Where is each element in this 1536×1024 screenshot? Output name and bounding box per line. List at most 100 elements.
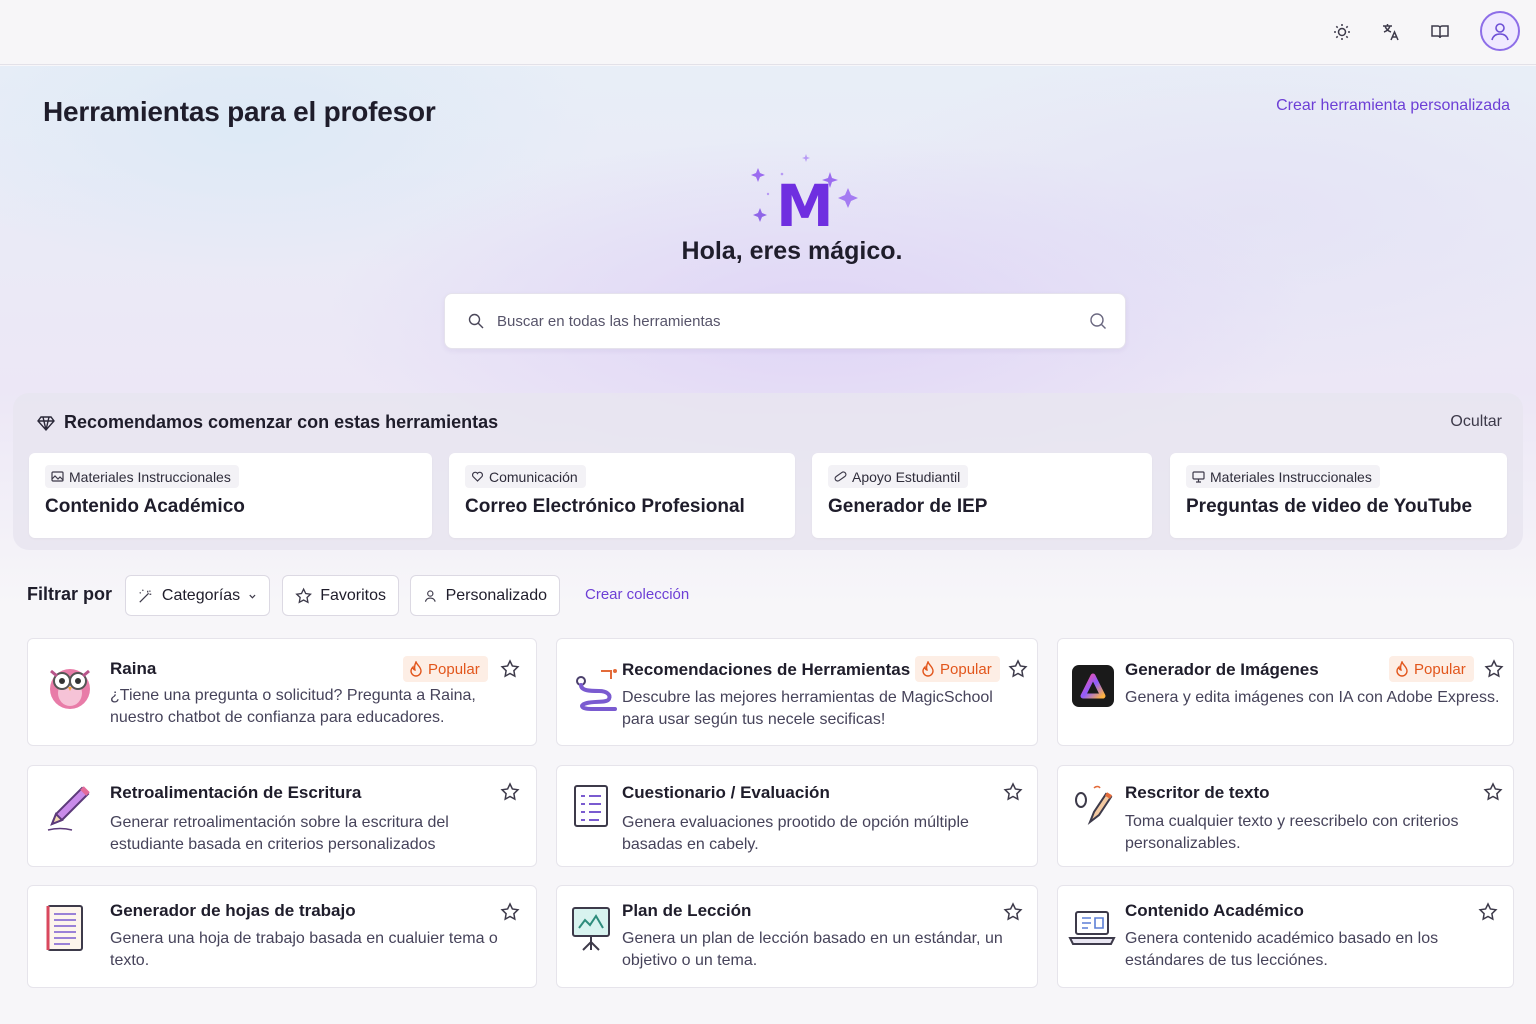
search-input[interactable] bbox=[497, 294, 1077, 348]
tool-name: Cuestionario / Evaluación bbox=[622, 783, 830, 802]
tool-card[interactable]: Raina Popular ¿Tiene una pregunta o soli… bbox=[27, 638, 537, 746]
tool-description: Genera contenido académico basado en los… bbox=[1125, 930, 1439, 969]
worksheet-icon bbox=[46, 905, 83, 951]
logo-letter: M bbox=[776, 172, 834, 234]
page-title: Herramientas para el profesor bbox=[43, 96, 436, 127]
recommended-card-title: Preguntas de video de YouTube bbox=[1186, 496, 1473, 517]
favorite-star-icon[interactable] bbox=[1484, 659, 1504, 679]
flame-icon bbox=[410, 661, 422, 677]
easel-icon bbox=[572, 907, 610, 951]
recommended-card-title: Contenido Académico bbox=[45, 496, 245, 517]
favorite-star-icon[interactable] bbox=[1478, 902, 1498, 922]
recommended-card[interactable]: Materiales Instruccionales Contenido Aca… bbox=[29, 453, 432, 538]
tool-card[interactable]: Rescritor de texto Toma cualquier texto … bbox=[1057, 765, 1514, 867]
tool-description: Genera una hoja de trabajo basada en cua… bbox=[110, 930, 498, 969]
recommended-card-title: Generador de IEP bbox=[828, 496, 988, 517]
tool-name: Recomendaciones de Herramientas bbox=[622, 660, 911, 679]
category-tag: Apoyo Estudiantil bbox=[828, 465, 969, 488]
chevron-down-icon bbox=[249, 594, 256, 599]
bandage-icon bbox=[834, 471, 847, 482]
favorite-star-icon[interactable] bbox=[1483, 782, 1503, 802]
popular-label: Popular bbox=[1414, 660, 1466, 678]
custom-label: Personalizado bbox=[445, 586, 547, 604]
categories-dropdown[interactable]: Categorías bbox=[125, 575, 270, 616]
tool-description: Genera y edita imágenes con IA con Adobe… bbox=[1125, 689, 1500, 706]
favorites-filter-button[interactable]: Favoritos bbox=[282, 575, 399, 616]
favorite-star-icon[interactable] bbox=[500, 902, 520, 922]
tool-description: Genera un plan de lección basado en un e… bbox=[622, 930, 1003, 969]
category-tag: Comunicación bbox=[465, 465, 586, 488]
translate-icon[interactable] bbox=[1374, 15, 1408, 49]
tool-name: Plan de Lección bbox=[622, 901, 752, 920]
filter-label: Filtrar por bbox=[27, 584, 113, 604]
tool-name: Retroalimentación de Escritura bbox=[110, 783, 362, 802]
recommended-title: Recomendamos comenzar con estas herramie… bbox=[64, 412, 499, 432]
create-custom-tool-link[interactable]: Crear herramienta personalizada bbox=[1276, 97, 1510, 115]
tool-description: ¿Tiene una pregunta o solicitud? Pregunt… bbox=[110, 687, 476, 726]
tool-name: Rescritor de texto bbox=[1125, 783, 1270, 802]
recommended-card-title: Correo Electrónico Profesional bbox=[465, 496, 745, 517]
rewrite-icon bbox=[1075, 785, 1113, 826]
tool-name: Raina bbox=[110, 659, 157, 678]
path-icon bbox=[576, 669, 617, 711]
owl-icon bbox=[50, 669, 90, 709]
book-icon[interactable] bbox=[1423, 15, 1457, 49]
image-icon bbox=[51, 471, 64, 482]
tool-name: Generador de Imágenes bbox=[1125, 660, 1319, 679]
tool-description: Toma cualquier texto y reescribelo con c… bbox=[1125, 813, 1459, 852]
tool-description: Generar retroalimentación sobre la escri… bbox=[110, 814, 449, 853]
favorite-star-icon[interactable] bbox=[500, 659, 520, 679]
monitor-icon bbox=[1192, 471, 1205, 483]
laptop-book-icon bbox=[1068, 911, 1116, 945]
tool-name: Generador de hojas de trabajo bbox=[110, 901, 356, 920]
tool-card[interactable]: Generador de Imágenes Popular Genera y e… bbox=[1057, 638, 1514, 746]
tool-card[interactable]: Cuestionario / Evaluación Genera evaluac… bbox=[556, 765, 1038, 867]
adobe-express-icon bbox=[1072, 665, 1114, 707]
recommended-card[interactable]: Materiales Instruccionales Preguntas de … bbox=[1170, 453, 1507, 538]
category-tag: Materiales Instruccionales bbox=[45, 465, 239, 488]
hide-recommended-button[interactable]: Ocultar bbox=[1450, 413, 1502, 431]
tool-description: Genera evaluaciones prootido de opción m… bbox=[622, 814, 969, 853]
tool-card[interactable]: Retroalimentación de Escritura Generar r… bbox=[27, 765, 537, 867]
heart-icon bbox=[471, 471, 484, 482]
recommended-card[interactable]: Comunicación Correo Electrónico Profesio… bbox=[449, 453, 795, 538]
favorite-star-icon[interactable] bbox=[1003, 902, 1023, 922]
user-icon bbox=[424, 589, 436, 602]
tool-description: Descubre las mejores herramientas de Mag… bbox=[622, 689, 993, 728]
flame-icon bbox=[922, 661, 934, 677]
magicschool-logo: M bbox=[751, 154, 858, 234]
categories-label: Categorías bbox=[161, 586, 241, 604]
checklist-icon bbox=[574, 785, 608, 827]
search-icon[interactable] bbox=[1089, 312, 1107, 335]
tool-card[interactable]: Recomendaciones de Herramientas Popular … bbox=[556, 638, 1038, 746]
favorite-star-icon[interactable] bbox=[500, 782, 520, 802]
category-tag-label: Materiales Instruccionales bbox=[1210, 468, 1372, 485]
popular-label: Popular bbox=[940, 660, 992, 678]
tool-name: Contenido Académico bbox=[1125, 901, 1304, 920]
category-tag-label: Comunicación bbox=[489, 468, 578, 485]
sun-icon[interactable] bbox=[1325, 15, 1359, 49]
popular-badge: Popular bbox=[403, 656, 488, 682]
tool-card[interactable]: Plan de Lección Genera un plan de lecció… bbox=[556, 885, 1038, 988]
diamond-icon bbox=[37, 414, 55, 437]
category-tag-label: Materiales Instruccionales bbox=[69, 468, 231, 485]
user-avatar-icon[interactable] bbox=[1480, 11, 1520, 51]
popular-badge: Popular bbox=[915, 656, 1000, 682]
star-icon bbox=[295, 587, 312, 604]
magic-wand-icon bbox=[139, 588, 152, 603]
create-collection-link[interactable]: Crear colección bbox=[585, 586, 689, 603]
custom-filter-button[interactable]: Personalizado bbox=[410, 575, 560, 616]
search-bar bbox=[444, 293, 1126, 349]
tool-card[interactable]: Contenido Académico Genera contenido aca… bbox=[1057, 885, 1514, 988]
top-bar bbox=[0, 0, 1536, 65]
recommended-panel: Recomendamos comenzar con estas herramie… bbox=[13, 393, 1523, 550]
favorite-star-icon[interactable] bbox=[1008, 659, 1028, 679]
popular-badge: Popular bbox=[1389, 656, 1474, 682]
favorite-star-icon[interactable] bbox=[1003, 782, 1023, 802]
tool-card[interactable]: Generador de hojas de trabajo Genera una… bbox=[27, 885, 537, 988]
recommended-card[interactable]: Apoyo Estudiantil Generador de IEP bbox=[812, 453, 1152, 538]
search-sparkle-icon bbox=[467, 312, 485, 335]
category-tag-label: Apoyo Estudiantil bbox=[852, 468, 961, 485]
greeting-heading: Hola, eres mágico. bbox=[681, 237, 903, 265]
flame-icon bbox=[1396, 661, 1408, 677]
